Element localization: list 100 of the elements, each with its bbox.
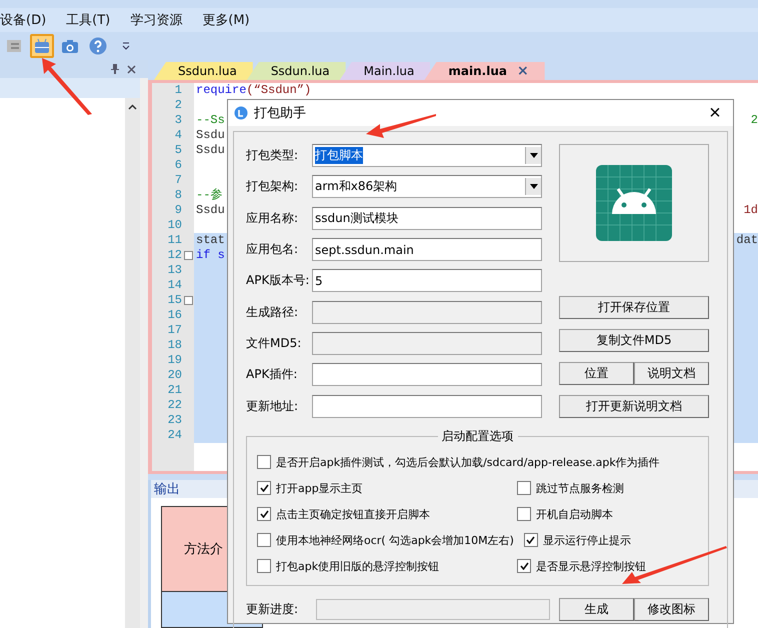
menu-item[interactable]: 工具(T) (66, 11, 110, 29)
line-number: 23 (166, 413, 182, 428)
field-label: 更新地址: (246, 398, 300, 415)
dialog-button[interactable]: 修改图标 (634, 598, 709, 621)
field-label: 更新进度: (246, 601, 298, 618)
dialog-button[interactable]: 说明文档 (634, 362, 709, 385)
code-text: stat (196, 233, 225, 248)
input-field[interactable]: 5 (312, 269, 542, 292)
checkbox-option[interactable]: 打开app显示主页 (257, 480, 507, 496)
code-text: 2 (750, 113, 758, 128)
file-tab[interactable]: Main.lua (340, 62, 430, 80)
menu-item[interactable]: 更多(M) (202, 11, 250, 29)
dropdown-arrow-icon (530, 184, 538, 190)
dropdown[interactable]: arm和x86架构 (312, 175, 542, 198)
close-icon[interactable] (127, 64, 136, 74)
robot-icon (33, 38, 51, 54)
line-number: 1 (174, 83, 182, 98)
input-field[interactable] (312, 394, 542, 418)
dialog-button[interactable]: 打开更新说明文档 (559, 395, 709, 418)
input-field[interactable] (312, 363, 542, 386)
dropdown[interactable]: 打包脚本 (312, 144, 542, 168)
close-tab-button[interactable]: × (516, 63, 529, 79)
code-text: --参 (196, 188, 222, 203)
line-number: 16 (166, 308, 182, 323)
fold-marker-icon[interactable] (184, 251, 192, 260)
menu-item[interactable]: 学习资源 (130, 11, 182, 29)
line-number: 21 (166, 383, 182, 398)
line-number: 14 (166, 278, 182, 293)
code-text: Ssdu (196, 128, 225, 143)
dropdown-arrow-icon (530, 153, 538, 158)
scrollbar[interactable] (125, 98, 140, 628)
line-number: 17 (166, 323, 182, 338)
line-number: 9 (174, 203, 182, 218)
menu-item[interactable]: 设备(D) (0, 11, 46, 29)
pin-icon[interactable] (111, 64, 119, 74)
check-icon (260, 484, 268, 492)
code-text: require (196, 83, 246, 98)
input-field[interactable]: ssdun测试模块 (312, 206, 542, 230)
toolbar-button[interactable] (30, 34, 54, 58)
fold-marker-icon[interactable] (184, 296, 192, 305)
code-text: Ssdu (196, 143, 225, 158)
camera-icon (61, 38, 79, 54)
checkbox-option[interactable]: 跳过节点服务检测 (517, 480, 698, 496)
line-number: 5 (174, 143, 182, 158)
input-field[interactable]: sept.ssdun.main (312, 238, 542, 262)
robot-app-icon (596, 165, 672, 241)
group-title: 启动配置选项 (440, 428, 514, 445)
file-tab[interactable]: main.lua × (424, 62, 545, 80)
app-logo-icon (234, 106, 248, 120)
code-text: --Ss (196, 113, 225, 128)
code-text: 1d (744, 203, 758, 218)
line-number: 8 (174, 188, 182, 203)
chevron-icon (122, 41, 130, 51)
line-number: 4 (174, 128, 182, 143)
line-number: 19 (166, 353, 182, 368)
line-number: 22 (166, 398, 182, 413)
check-icon (520, 562, 528, 570)
line-number: 13 (166, 263, 182, 278)
arrow (42, 58, 92, 115)
field-label: 打包类型: (246, 147, 300, 164)
checkbox-option[interactable]: 是否开启apk插件测试，勾选后会默认加载/sdcard/app-release.apk作为插件 (257, 454, 698, 470)
dialog-button[interactable]: 位置 (559, 362, 634, 385)
line-number: 2 (174, 98, 182, 113)
code-text: dat (736, 233, 758, 248)
line-number: 24 (166, 428, 182, 443)
line-number: 12 (166, 248, 182, 263)
field-label: APK版本号: (246, 272, 310, 290)
input-field[interactable] (312, 300, 542, 324)
list-icon (6, 39, 22, 53)
line-number: 11 (166, 233, 182, 248)
checkbox-option[interactable]: 显示运行停止提示 (524, 532, 698, 548)
field-label: 打包架构: (246, 178, 300, 196)
input-field[interactable] (312, 332, 542, 356)
dialog-button[interactable]: 生成 (559, 598, 634, 621)
caret-up-icon (128, 104, 137, 110)
code-text: (“Ssdun”) (246, 83, 312, 98)
field-label: 应用名称: (246, 210, 300, 227)
check-icon (526, 536, 536, 544)
help-icon (89, 37, 107, 55)
line-number: 10 (166, 218, 182, 233)
line-number: 18 (166, 338, 182, 353)
check-icon (260, 510, 268, 518)
line-number: 6 (174, 158, 182, 173)
dialog-button[interactable]: 打开保存位置 (559, 296, 709, 319)
line-number: 7 (174, 173, 182, 188)
close-button[interactable]: × (697, 100, 733, 126)
output-panel-title: 输出 (154, 481, 180, 498)
dialog-title: 打包助手 (254, 105, 306, 122)
checkbox-option[interactable]: 是否显示悬浮控制按钮 (517, 558, 698, 574)
line-number: 3 (174, 113, 182, 128)
code-text: Ssdu (196, 203, 225, 218)
file-tab[interactable]: Ssdun.lua (154, 62, 253, 80)
code-text: if s (196, 248, 225, 263)
field-label: 应用包名: (246, 241, 300, 258)
file-tab[interactable]: Ssdun.lua (246, 62, 346, 80)
dialog-button[interactable]: 复制文件MD5 (559, 329, 709, 352)
field-label: 文件MD5: (246, 335, 302, 352)
field-label: APK插件: (246, 366, 298, 384)
line-number: 15 (166, 293, 182, 308)
checkbox-option[interactable]: 开机自启动脚本 (517, 506, 698, 522)
